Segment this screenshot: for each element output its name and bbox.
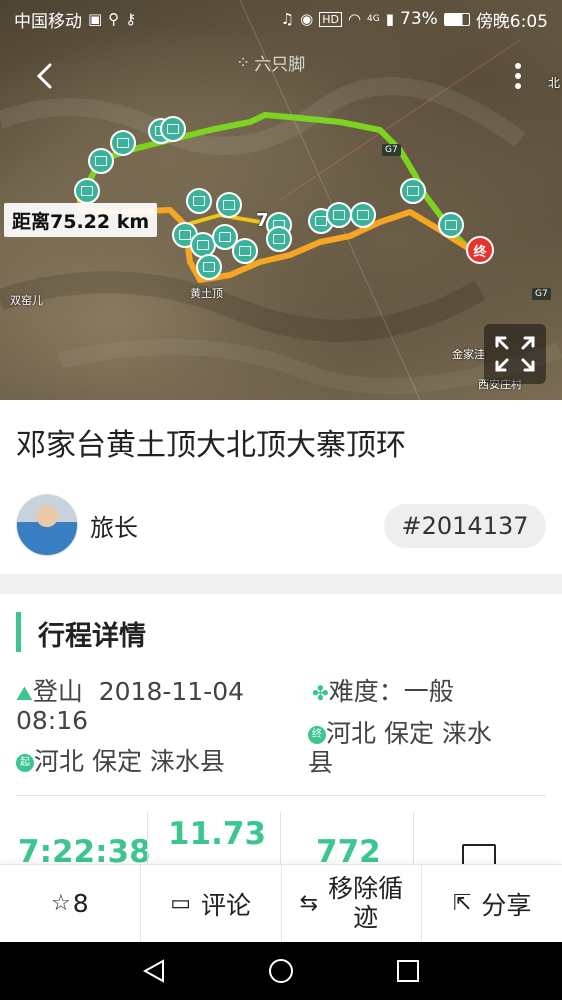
remove-track-label-line1: 移除循	[328, 873, 404, 903]
share-button[interactable]: ⇱ 分享	[422, 865, 562, 942]
signal-icon: ▮	[385, 10, 395, 28]
favorite-count: 8	[72, 889, 89, 918]
trip-title: 邓家台黄土顶大北顶大寨顶环	[16, 428, 406, 463]
photo-marker[interactable]	[186, 188, 212, 214]
comment-icon: ▭	[170, 891, 192, 916]
remove-track-label: 移除循迹	[328, 873, 404, 933]
mountain-icon: ⛰	[16, 681, 33, 705]
star-icon: ☆	[51, 891, 71, 916]
photo-marker[interactable]	[438, 212, 464, 238]
comment-label: 评论	[201, 890, 252, 920]
author-row[interactable]: 旅长	[16, 494, 138, 556]
highway-badge: G7	[532, 288, 551, 300]
remove-track-button[interactable]: ⇆ 移除循迹	[282, 865, 423, 942]
highway-badge: G7	[382, 144, 401, 156]
difficulty-detail: ✤难度：一般	[312, 677, 454, 707]
activity-type: 登山	[32, 677, 83, 706]
circle-home-icon	[268, 959, 293, 983]
stat-separator	[147, 812, 148, 864]
photo-marker[interactable]	[326, 202, 352, 228]
headphones-icon: ♫	[280, 10, 295, 28]
start-location-detail: 起河北 保定 涞水县	[16, 747, 306, 777]
stat-separator	[280, 812, 281, 864]
section-accent-bar	[16, 612, 21, 652]
status-bar: 中国移动 ▣ ⚲ ⚷ ♫ ◉ HD ◠ 4G ▮ 73% 傍晚6:05	[0, 0, 562, 38]
start-date: 2018-11-04	[98, 677, 245, 706]
favorite-button[interactable]: ☆ 8	[0, 865, 141, 942]
more-vertical-icon	[515, 63, 521, 89]
network-type: 4G	[367, 14, 380, 24]
share-icon: ⇱	[452, 891, 472, 916]
key-icon: ⚷	[125, 10, 137, 28]
app-watermark: ⁘ 六只脚	[236, 50, 306, 76]
start-location: 河北 保定 涞水县	[34, 747, 225, 776]
end-location-line1: 河北 保定 涞水	[326, 719, 492, 748]
gps-icon: ◉	[300, 10, 314, 28]
chevron-left-icon	[36, 63, 52, 89]
end-pin-icon: 终	[308, 726, 326, 744]
stat-distance: 11.73	[168, 816, 267, 852]
hd-icon: HD	[319, 11, 342, 27]
share-label: 分享	[481, 890, 532, 920]
place-label-shuangyao: 双窑儿	[10, 294, 43, 307]
bottom-action-bar: ☆ 8 ▭ 评论 ⇆ 移除循迹 ⇱ 分享	[0, 864, 562, 942]
nav-recents-button[interactable]	[388, 951, 428, 991]
triangle-back-icon	[142, 959, 164, 983]
comment-button[interactable]: ▭ 评论	[141, 865, 282, 942]
clock: 傍晚6:05	[475, 11, 548, 32]
notification-icon: ▣	[88, 10, 103, 28]
photo-marker[interactable]	[350, 202, 376, 228]
square-recents-icon	[397, 960, 420, 982]
photo-marker[interactable]	[232, 238, 258, 264]
trip-id-badge: #2014137	[384, 504, 546, 548]
nav-home-button[interactable]	[261, 951, 301, 991]
start-pin-icon: 起	[16, 754, 34, 772]
nav-back-button[interactable]	[134, 951, 174, 991]
system-nav-bar	[0, 942, 562, 1000]
wifi-icon: ◠	[347, 10, 362, 28]
section-divider	[0, 574, 562, 594]
photo-marker[interactable]	[266, 226, 292, 252]
back-button[interactable]	[24, 56, 64, 96]
avatar[interactable]	[16, 494, 78, 556]
activity-detail: ⛰登山 2018-11-04 08:16	[16, 677, 296, 736]
footprint-icon: ⁘	[236, 52, 251, 73]
more-options-button[interactable]	[498, 56, 538, 96]
location-pin-icon: ⚲	[108, 10, 120, 28]
expand-icon	[495, 336, 535, 372]
photo-marker[interactable]	[110, 130, 136, 156]
difficulty-text: 难度：一般	[328, 677, 454, 706]
photo-marker[interactable]	[88, 148, 114, 174]
section-title: 行程详情	[38, 621, 146, 652]
photo-marker[interactable]	[216, 192, 242, 218]
end-location-detail: 终河北 保定 涞水 县	[308, 719, 548, 778]
battery-icon	[443, 12, 470, 26]
carrier-label: 中国移动	[14, 11, 82, 32]
photo-marker[interactable]	[160, 116, 186, 142]
remove-track-label-line2: 迹	[353, 902, 379, 932]
photo-marker[interactable]	[196, 254, 222, 280]
puzzle-icon: ✤	[312, 681, 329, 705]
distance-label: 距离75.22 km	[4, 203, 158, 237]
fullscreen-button[interactable]	[484, 324, 546, 384]
stat-separator	[413, 812, 414, 864]
start-time: 08:16	[16, 705, 89, 735]
end-location-line2: 县	[308, 747, 334, 777]
author-name[interactable]: 旅长	[90, 508, 138, 543]
place-label-fragment: 7	[256, 210, 269, 231]
loop-icon: ⇆	[299, 890, 319, 916]
watermark-text: 六只脚	[254, 55, 306, 75]
battery-percent: 73%	[400, 9, 438, 29]
place-label-huangtuding: 黄土顶	[190, 287, 223, 300]
photo-marker[interactable]	[400, 178, 426, 204]
details-divider	[16, 795, 546, 796]
place-label-jinjia: 金家洼	[452, 348, 485, 361]
photo-marker[interactable]	[74, 178, 100, 204]
end-point-marker[interactable]: 终	[466, 236, 494, 264]
